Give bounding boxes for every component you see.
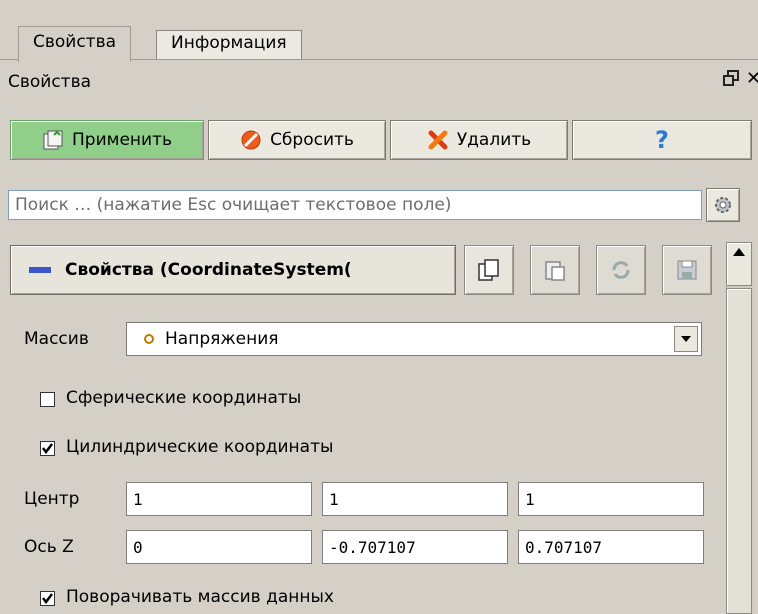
array-select[interactable]: Напряжения — [126, 322, 702, 356]
help-button[interactable]: ? — [572, 120, 752, 160]
axis-x-field[interactable] — [126, 530, 312, 564]
dropdown-arrow[interactable] — [674, 326, 698, 352]
delete-label: Удалить — [456, 130, 532, 150]
group-title: Свойства (CoordinateSystem( — [65, 260, 352, 280]
rotate-label: Поворачивать массив данных — [66, 587, 334, 607]
tab-label: Свойства — [33, 32, 117, 52]
axis-z-label: Ось Z — [24, 537, 74, 557]
paste-button[interactable] — [530, 245, 580, 295]
tab-properties[interactable]: Свойства — [18, 26, 132, 62]
check-icon — [42, 443, 53, 455]
reset-label: Сбросить — [270, 130, 354, 150]
paste-icon — [545, 261, 565, 281]
center-y-field[interactable] — [322, 482, 508, 516]
spherical-checkbox[interactable] — [40, 392, 55, 407]
reset-icon — [240, 129, 262, 151]
delete-button[interactable]: Удалить — [390, 120, 568, 160]
delete-icon — [427, 129, 449, 151]
float-icon[interactable] — [723, 70, 739, 90]
properties-group-header[interactable]: Свойства (CoordinateSystem( — [10, 245, 456, 295]
tab-label: Информация — [171, 33, 287, 53]
spherical-label: Сферические координаты — [66, 388, 302, 408]
cylindrical-checkbox[interactable] — [40, 441, 55, 456]
center-label: Центр — [24, 489, 80, 509]
gear-icon — [712, 194, 734, 216]
axis-z-field[interactable] — [518, 530, 704, 564]
search-settings-button[interactable] — [706, 188, 740, 222]
copy-button[interactable] — [464, 245, 514, 295]
point-data-icon — [143, 333, 155, 345]
save-button[interactable] — [662, 245, 712, 295]
panel-title: Свойства — [8, 72, 92, 92]
scroll-up-button[interactable] — [726, 242, 752, 286]
check-icon — [42, 593, 53, 605]
chevron-down-icon — [681, 336, 691, 342]
apply-label: Применить — [72, 130, 172, 150]
collapse-icon — [29, 266, 51, 274]
tab-information[interactable]: Информация — [156, 30, 302, 60]
help-icon: ? — [655, 126, 669, 154]
scroll-thumb[interactable] — [726, 288, 752, 614]
apply-button[interactable]: Применить — [10, 120, 204, 160]
save-icon — [677, 260, 697, 280]
array-select-value: Напряжения — [165, 329, 279, 349]
center-z-field[interactable] — [518, 482, 704, 516]
close-icon[interactable]: ✕ — [746, 68, 758, 89]
reload-icon — [612, 261, 630, 279]
center-x-field[interactable] — [126, 482, 312, 516]
axis-y-field[interactable] — [322, 530, 508, 564]
reset-button[interactable]: Сбросить — [208, 120, 386, 160]
copy-icon — [478, 259, 499, 281]
array-label: Массив — [24, 329, 89, 349]
arrow-up-icon — [733, 248, 745, 256]
cylindrical-label: Цилиндрические координаты — [66, 437, 334, 457]
apply-icon — [42, 129, 64, 151]
rotate-checkbox[interactable] — [40, 591, 55, 606]
reload-button[interactable] — [596, 245, 646, 295]
search-input[interactable] — [8, 190, 702, 220]
